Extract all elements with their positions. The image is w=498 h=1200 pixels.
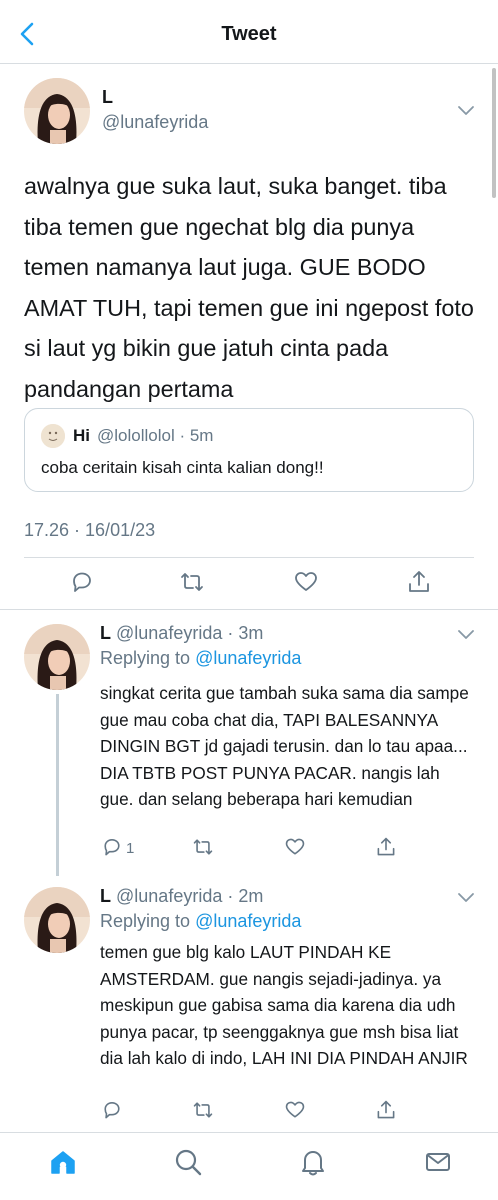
bottom-tab-bar bbox=[0, 1132, 498, 1200]
quoted-text: coba ceritain kisah cinta kalian dong!! bbox=[41, 458, 324, 477]
reply-text: temen gue blg kalo LAUT PINDAH KE AMSTER… bbox=[100, 942, 468, 1068]
avatar[interactable] bbox=[24, 624, 90, 690]
quoted-name: Hi bbox=[73, 426, 90, 445]
divider bbox=[24, 557, 474, 558]
tweet-text: awalnya gue suka laut, suka banget. tiba… bbox=[24, 173, 474, 402]
top-bar: Tweet bbox=[0, 0, 498, 64]
chevron-down-icon[interactable] bbox=[457, 104, 475, 116]
chevron-down-icon[interactable] bbox=[457, 891, 475, 903]
envelope-icon[interactable] bbox=[423, 1147, 453, 1177]
share-icon[interactable] bbox=[375, 836, 397, 858]
search-icon[interactable] bbox=[173, 1147, 203, 1177]
chevron-down-icon[interactable] bbox=[457, 628, 475, 640]
reply-author-name: L bbox=[100, 886, 111, 906]
reply-handle-time: @lunafeyrida · 2m bbox=[116, 886, 264, 906]
page-title: Tweet bbox=[221, 23, 277, 45]
divider bbox=[0, 609, 498, 610]
replying-link[interactable]: @lunafeyrida bbox=[195, 648, 301, 668]
quoted-avatar bbox=[41, 424, 65, 448]
reply-icon[interactable] bbox=[101, 836, 123, 858]
heart-icon[interactable] bbox=[293, 569, 319, 595]
author-name[interactable]: L bbox=[102, 87, 113, 108]
share-icon[interactable] bbox=[375, 1099, 397, 1121]
thread-line bbox=[56, 694, 59, 876]
replying-prefix: Replying to bbox=[100, 648, 191, 668]
retweet-icon[interactable] bbox=[179, 569, 205, 595]
reply-handle-time: @lunafeyrida · 3m bbox=[116, 623, 264, 643]
replying-to: Replying to @lunafeyrida bbox=[100, 648, 301, 669]
heart-icon[interactable] bbox=[284, 836, 306, 858]
retweet-icon[interactable] bbox=[192, 836, 214, 858]
home-icon[interactable] bbox=[48, 1147, 78, 1177]
reply-count: 1 bbox=[126, 840, 135, 857]
reply-icon[interactable] bbox=[69, 569, 95, 595]
reply-text: singkat cerita gue tambah suka sama dia … bbox=[100, 683, 469, 809]
heart-icon[interactable] bbox=[284, 1099, 306, 1121]
author-handle[interactable]: @lunafeyrida bbox=[102, 112, 208, 133]
avatar[interactable] bbox=[24, 887, 90, 953]
quoted-tweet[interactable]: Hi @lolollolol · 5m coba ceritain kisah … bbox=[24, 408, 474, 492]
reply-header[interactable]: L @lunafeyrida · 2m bbox=[100, 886, 263, 907]
retweet-icon[interactable] bbox=[192, 1099, 214, 1121]
tweet-timestamp: 17.26 · 16/01/23 bbox=[24, 520, 156, 540]
replying-prefix: Replying to bbox=[100, 911, 191, 931]
scrollbar[interactable] bbox=[492, 68, 496, 198]
replying-to: Replying to @lunafeyrida bbox=[100, 911, 301, 932]
bell-icon[interactable] bbox=[298, 1147, 328, 1177]
quoted-meta: @lolollolol · 5m bbox=[97, 426, 214, 445]
reply-header[interactable]: L @lunafeyrida · 3m bbox=[100, 623, 263, 644]
reply-author-name: L bbox=[100, 623, 111, 643]
replying-link[interactable]: @lunafeyrida bbox=[195, 911, 301, 931]
reply-icon[interactable] bbox=[101, 1099, 123, 1121]
avatar[interactable] bbox=[24, 78, 90, 144]
share-icon[interactable] bbox=[406, 569, 432, 595]
